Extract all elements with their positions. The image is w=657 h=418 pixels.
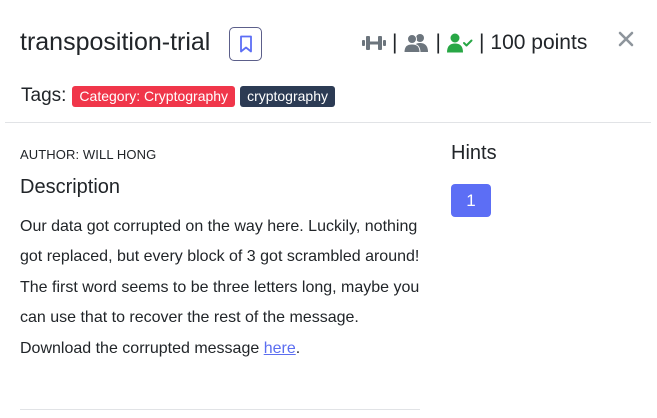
close-icon [618, 31, 634, 47]
tag-cryptography[interactable]: cryptography [240, 85, 335, 107]
close-button[interactable] [615, 27, 637, 51]
stats-separator: | [392, 31, 398, 54]
barbell-icon [362, 33, 386, 53]
stats-separator: | [435, 31, 441, 54]
author-label: AUTHOR: WILL HONG [20, 147, 157, 162]
bookmark-button[interactable] [229, 27, 262, 61]
download-link[interactable]: here [264, 340, 296, 357]
users-icon [403, 33, 429, 53]
hint-button-1[interactable]: 1 [451, 184, 491, 217]
description-body: Our data got corrupted on the way here. … [20, 212, 420, 364]
tag-category[interactable]: Category: Cryptography [72, 85, 236, 107]
download-prefix: Download the corrupted message [20, 339, 264, 357]
points-label: 100 points [490, 31, 588, 54]
description-text: Our data got corrupted on the way here. … [20, 218, 420, 327]
download-suffix: . [295, 339, 301, 357]
hints-panel: Hints 1 [451, 140, 497, 217]
challenge-stats: | | | 100 points [362, 29, 587, 57]
header-divider [5, 122, 651, 123]
challenge-header: transposition-trial | | | 100 points Tag… [0, 0, 657, 122]
challenge-content: AUTHOR: WILL HONG Description Our data g… [20, 140, 420, 364]
content-divider [20, 409, 420, 410]
challenge-title: transposition-trial [20, 28, 211, 56]
hints-heading: Hints [451, 142, 497, 164]
stats-separator: | [478, 31, 485, 54]
tags-row: Tags: Category: Cryptography cryptograph… [21, 85, 340, 107]
bookmark-icon [239, 35, 252, 53]
tags-label: Tags: [21, 85, 67, 106]
description-heading: Description [20, 176, 121, 198]
user-check-icon [446, 33, 473, 53]
